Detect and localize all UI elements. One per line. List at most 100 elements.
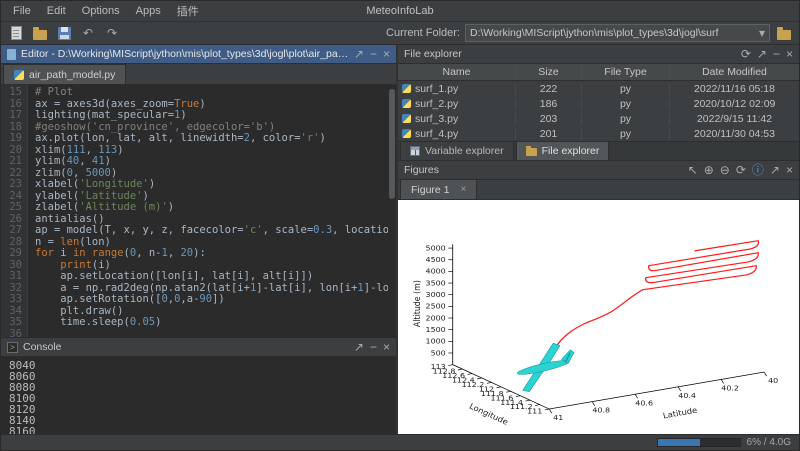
file-explorer-header[interactable]: File explorer: [398, 45, 799, 64]
redo-icon[interactable]: [103, 24, 121, 42]
editor-panel-title: Editor - D:\Working\MIScript\jython\mis\…: [21, 48, 349, 60]
flight-path: [547, 241, 758, 360]
browse-folder-icon[interactable]: [775, 24, 793, 42]
memory-indicator[interactable]: 6% / 4.0G: [747, 437, 791, 448]
file-row[interactable]: surf_4.py201py2020/11/30 04:53: [398, 126, 799, 141]
figures-panel-header[interactable]: Figures: [398, 161, 799, 180]
cursor-icon[interactable]: [688, 164, 698, 176]
editor-minimize-icon[interactable]: [370, 48, 377, 60]
info-icon[interactable]: [752, 164, 764, 176]
editor-tab-bar: air_path_model.py: [1, 64, 396, 85]
code-text[interactable]: # Plotax = axes3d(axes_zoom=True)lightin…: [28, 85, 396, 337]
figures-float-icon[interactable]: [770, 164, 780, 176]
editor-close-icon[interactable]: [383, 48, 390, 60]
file-explorer-minimize-icon[interactable]: [773, 48, 780, 60]
python-file-icon: [402, 84, 411, 93]
svg-text:2000: 2000: [426, 314, 446, 323]
svg-text:1500: 1500: [426, 325, 446, 334]
file-explorer-panel: File explorer NameSizeFile TypeDate Modi…: [398, 45, 799, 161]
figures-close-icon[interactable]: [786, 164, 793, 176]
svg-text:4000: 4000: [426, 267, 446, 276]
editor-panel: Editor - D:\Working\MIScript\jython\mis\…: [1, 45, 396, 337]
figure-canvas[interactable]: 500100015002000250030003500400045005000 …: [398, 200, 799, 434]
code-editor[interactable]: 1516171819202122232425262728293031323334…: [1, 85, 396, 337]
status-bar: 6% / 4.0G: [1, 434, 799, 450]
explorer-tab-strip: Variable explorer File explorer: [398, 141, 799, 161]
svg-text:1000: 1000: [426, 337, 446, 346]
console-minimize-icon[interactable]: [370, 341, 377, 353]
memory-progress-bar[interactable]: [657, 438, 741, 447]
svg-text:5000: 5000: [426, 244, 446, 253]
console-panel-title: Console: [23, 341, 62, 353]
file-row[interactable]: surf_1.py222py2022/11/16 05:18: [398, 81, 799, 96]
svg-text:113: 113: [431, 363, 446, 372]
aircraft-model: [512, 339, 582, 393]
save-icon[interactable]: [55, 24, 73, 42]
tab-file-explorer[interactable]: File explorer: [516, 141, 610, 160]
file-explorer-float-icon[interactable]: [757, 48, 767, 60]
variable-explorer-tab-label: Variable explorer: [425, 145, 504, 157]
line-number-gutter: 1516171819202122232425262728293031323334…: [1, 85, 28, 337]
svg-text:4500: 4500: [426, 255, 446, 264]
editor-doc-icon: [7, 49, 16, 60]
open-folder-icon[interactable]: [31, 24, 49, 42]
menu-plugins[interactable]: 插件: [169, 1, 207, 21]
chevron-down-icon: [759, 27, 765, 39]
svg-text:3000: 3000: [426, 290, 446, 299]
figure-tab-close-icon[interactable]: [461, 185, 467, 195]
python-file-icon: [14, 70, 24, 80]
refresh-icon[interactable]: [741, 48, 751, 60]
file-explorer-title: File explorer: [404, 48, 462, 60]
editor-scrollbar[interactable]: [388, 85, 396, 337]
figures-panel-title: Figures: [404, 164, 439, 176]
file-explorer-icon: [526, 148, 537, 156]
console-float-icon[interactable]: [354, 341, 364, 353]
z-axis-ticks: 500100015002000250030003500400045005000: [426, 244, 453, 358]
rotate-icon[interactable]: [736, 164, 746, 176]
y-axis-label: Latitude: [662, 405, 698, 420]
menu-edit[interactable]: Edit: [39, 3, 74, 19]
undo-icon[interactable]: [79, 24, 97, 42]
zoom-in-icon[interactable]: [704, 164, 714, 176]
variable-explorer-icon: [410, 146, 420, 156]
svg-text:41: 41: [553, 413, 563, 422]
current-folder-combobox[interactable]: D:\Working\MIScript\jython\mis\plot_type…: [465, 24, 770, 42]
svg-text:2500: 2500: [426, 302, 446, 311]
column-header[interactable]: File Type: [582, 66, 670, 78]
column-header[interactable]: Name: [398, 66, 516, 78]
python-file-icon: [402, 129, 411, 138]
file-row[interactable]: surf_3.py203py2022/9/15 11:42: [398, 111, 799, 126]
zoom-out-icon[interactable]: [720, 164, 730, 176]
console-close-icon[interactable]: [383, 341, 390, 353]
svg-text:40.8: 40.8: [592, 406, 610, 415]
figure-tab-label: Figure 1: [411, 184, 450, 196]
editor-panel-header[interactable]: Editor - D:\Working\MIScript\jython\mis\…: [1, 45, 396, 64]
file-explorer-close-icon[interactable]: [786, 48, 793, 60]
new-file-icon[interactable]: [7, 24, 25, 42]
menu-bar: MeteoInfoLab File Edit Options Apps 插件: [1, 1, 799, 21]
column-header[interactable]: Size: [516, 66, 582, 78]
file-table: NameSizeFile TypeDate Modified surf_1.py…: [398, 64, 799, 141]
plot-3d[interactable]: 500100015002000250030003500400045005000 …: [398, 200, 799, 434]
menu-options[interactable]: Options: [74, 3, 128, 19]
console-panel-header[interactable]: > Console: [1, 338, 396, 357]
menu-apps[interactable]: Apps: [128, 3, 169, 19]
tab-air-path-model[interactable]: air_path_model.py: [3, 64, 126, 84]
column-header[interactable]: Date Modified: [670, 66, 799, 78]
editor-float-icon[interactable]: [354, 48, 364, 60]
file-row[interactable]: surf_2.py186py2020/10/12 02:09: [398, 96, 799, 111]
file-explorer-tab-label: File explorer: [542, 145, 600, 157]
menu-file[interactable]: File: [5, 3, 39, 19]
meteoinfolab-window: MeteoInfoLab File Edit Options Apps 插件 C…: [0, 0, 800, 451]
svg-text:40.2: 40.2: [721, 384, 739, 393]
tab-variable-explorer[interactable]: Variable explorer: [400, 141, 514, 160]
python-file-icon: [402, 114, 411, 123]
current-folder-label: Current Folder:: [386, 27, 460, 39]
python-file-icon: [402, 99, 411, 108]
current-folder-value: D:\Working\MIScript\jython\mis\plot_type…: [470, 27, 759, 39]
file-table-header[interactable]: NameSizeFile TypeDate Modified: [398, 64, 799, 81]
console-panel: > Console 8040 8060 8080 8100 8120 8140 …: [1, 337, 396, 434]
console-output[interactable]: 8040 8060 8080 8100 8120 8140 8160: [1, 357, 396, 434]
tab-figure-1[interactable]: Figure 1: [400, 179, 477, 199]
svg-text:40.6: 40.6: [635, 399, 653, 408]
